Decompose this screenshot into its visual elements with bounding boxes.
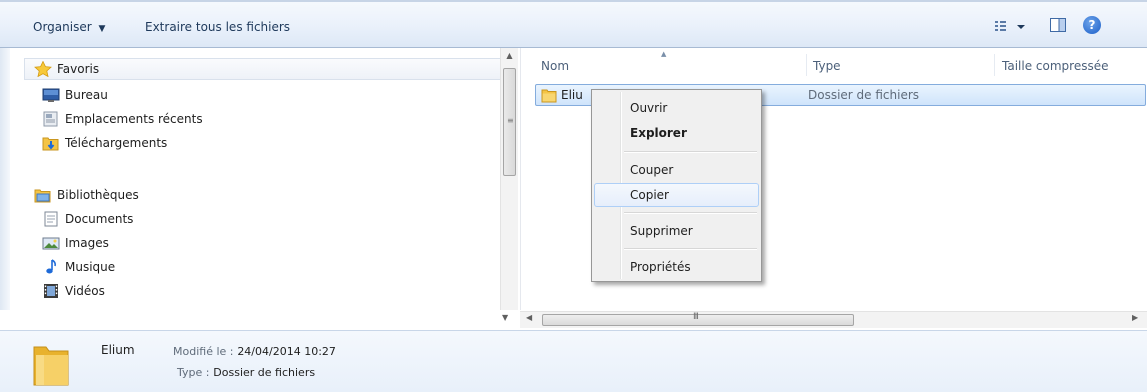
- folder-large-icon: [30, 341, 72, 387]
- organise-label: Organiser: [33, 20, 92, 34]
- column-header-type[interactable]: Type: [813, 56, 841, 76]
- file-name: Eliu: [561, 88, 583, 102]
- menu-item-properties[interactable]: Propriétés: [594, 255, 759, 279]
- star-icon: [34, 60, 52, 78]
- extract-all-button[interactable]: Extraire tous les fichiers: [145, 18, 290, 36]
- column-separator: [806, 54, 807, 76]
- menu-item-copy[interactable]: Copier: [594, 183, 759, 207]
- scrollbar-thumb[interactable]: ≡: [503, 68, 516, 176]
- menu-item-open[interactable]: Ouvrir: [594, 96, 759, 120]
- scrollbar-grip: III: [693, 312, 699, 322]
- details-pane: Elium Modifié le : 24/04/2014 10:27 Type…: [0, 330, 1147, 392]
- folder-icon: [541, 87, 557, 103]
- nav-item-documents[interactable]: Documents: [42, 208, 133, 230]
- nav-label: Images: [65, 236, 109, 250]
- documents-icon: [42, 211, 60, 227]
- nav-item-favorites[interactable]: Favoris: [34, 58, 99, 80]
- videos-icon: [42, 283, 60, 299]
- menu-separator: [624, 212, 757, 214]
- window-left-edge: [0, 48, 10, 310]
- scrollbar-thumb[interactable]: III: [542, 312, 854, 326]
- menu-separator: [624, 151, 757, 153]
- downloads-folder-icon: [42, 135, 60, 151]
- pictures-icon: [42, 235, 60, 251]
- libraries-icon: [34, 187, 52, 203]
- chevron-down-icon: ▼: [98, 24, 106, 34]
- organise-button[interactable]: Organiser ▼: [33, 18, 105, 36]
- nav-item-downloads[interactable]: Téléchargements: [42, 132, 167, 154]
- preview-pane-button[interactable]: [1048, 15, 1068, 35]
- nav-label: Emplacements récents: [65, 112, 203, 126]
- nav-scroll-down-arrow-icon[interactable]: ▼: [502, 313, 508, 322]
- column-separator: [994, 54, 995, 76]
- nav-label: Bureau: [65, 88, 108, 102]
- menu-item-cut[interactable]: Couper: [594, 158, 759, 182]
- column-header-compressed-size[interactable]: Taille compressée: [1002, 56, 1108, 76]
- file-type: Dossier de fichiers: [808, 88, 920, 102]
- window-top-border: [0, 0, 1147, 2]
- scroll-right-arrow-icon[interactable]: ▶: [1132, 313, 1138, 322]
- details-modified-label: Modifié le :: [173, 345, 234, 358]
- nav-label: Vidéos: [65, 284, 105, 298]
- scroll-up-arrow-icon[interactable]: ▲: [501, 48, 518, 64]
- sort-ascending-icon: ▲: [661, 50, 667, 58]
- help-button[interactable]: ?: [1083, 16, 1101, 34]
- preview-pane-icon: [1050, 18, 1066, 32]
- nav-label: Bibliothèques: [57, 188, 139, 202]
- nav-item-recent-places[interactable]: Emplacements récents: [42, 108, 203, 130]
- navigation-vertical-scrollbar[interactable]: ▲ ≡ ▼: [500, 48, 518, 328]
- menu-item-delete[interactable]: Supprimer: [594, 219, 759, 243]
- nav-label: Téléchargements: [65, 136, 168, 150]
- command-bar: Organiser ▼ Extraire tous les fichiers ?: [0, 0, 1147, 48]
- details-type-row: Type : Dossier de fichiers: [177, 365, 315, 379]
- nav-item-libraries[interactable]: Bibliothèques: [34, 184, 139, 206]
- details-type-value: Dossier de fichiers: [213, 366, 316, 379]
- desktop-icon: [42, 87, 60, 103]
- scrollbar-grip-icon: ≡: [507, 116, 514, 125]
- music-icon: [42, 259, 60, 275]
- details-modified-row: Modifié le : 24/04/2014 10:27: [173, 344, 336, 358]
- change-view-button[interactable]: [993, 16, 1029, 36]
- menu-separator: [624, 248, 757, 250]
- context-menu: Ouvrir Explorer Couper Copier Supprimer …: [591, 89, 762, 282]
- recent-places-icon: [42, 111, 60, 127]
- nav-item-videos[interactable]: Vidéos: [42, 280, 105, 302]
- nav-label: Favoris: [57, 62, 100, 76]
- nav-item-pictures[interactable]: Images: [42, 232, 109, 254]
- view-options-icon: [995, 21, 1025, 31]
- navigation-pane: Favoris Bureau Emplacements récents Télé…: [10, 48, 519, 328]
- nav-label: Musique: [65, 260, 116, 274]
- details-file-name: Elium: [101, 343, 135, 357]
- file-list-horizontal-scrollbar[interactable]: ◀ III ▶: [520, 311, 1147, 328]
- column-header-name[interactable]: Nom: [541, 56, 569, 76]
- nav-label: Documents: [65, 212, 134, 226]
- nav-item-music[interactable]: Musique: [42, 256, 115, 278]
- details-modified-value: 24/04/2014 10:27: [237, 345, 336, 358]
- nav-item-desktop[interactable]: Bureau: [42, 84, 108, 106]
- menu-item-explore[interactable]: Explorer: [594, 121, 759, 145]
- scroll-left-arrow-icon[interactable]: ◀: [526, 313, 532, 322]
- details-type-label: Type :: [177, 366, 210, 379]
